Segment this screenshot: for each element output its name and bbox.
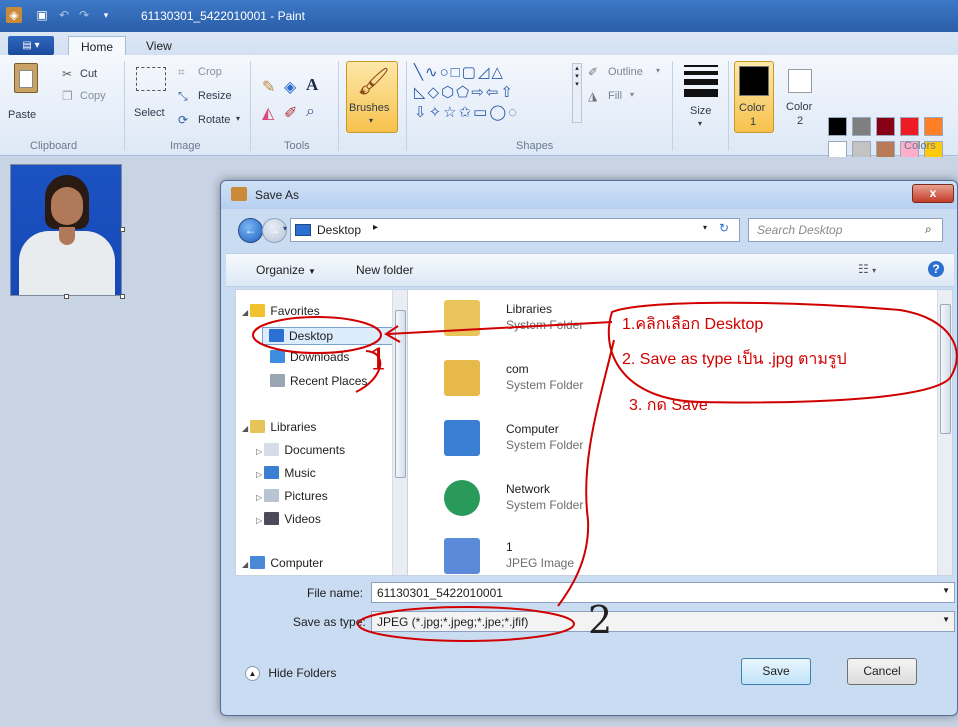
annotation-mark-2: 2 xyxy=(588,598,613,642)
desktop-highlight-ellipse xyxy=(252,316,382,354)
save-type-highlight-ellipse xyxy=(357,606,575,642)
annotation-step3: 3. กด Save xyxy=(629,397,708,414)
annotation-mark-1: 1 xyxy=(369,343,389,378)
annotation-step1: 1.คลิกเลือก Desktop xyxy=(622,316,764,333)
arrow-line-step2 xyxy=(557,339,615,607)
annotation-step2: 2. Save as type เป็น .jpg ตามรูป xyxy=(622,351,847,368)
arrow-line-step1 xyxy=(387,321,613,335)
